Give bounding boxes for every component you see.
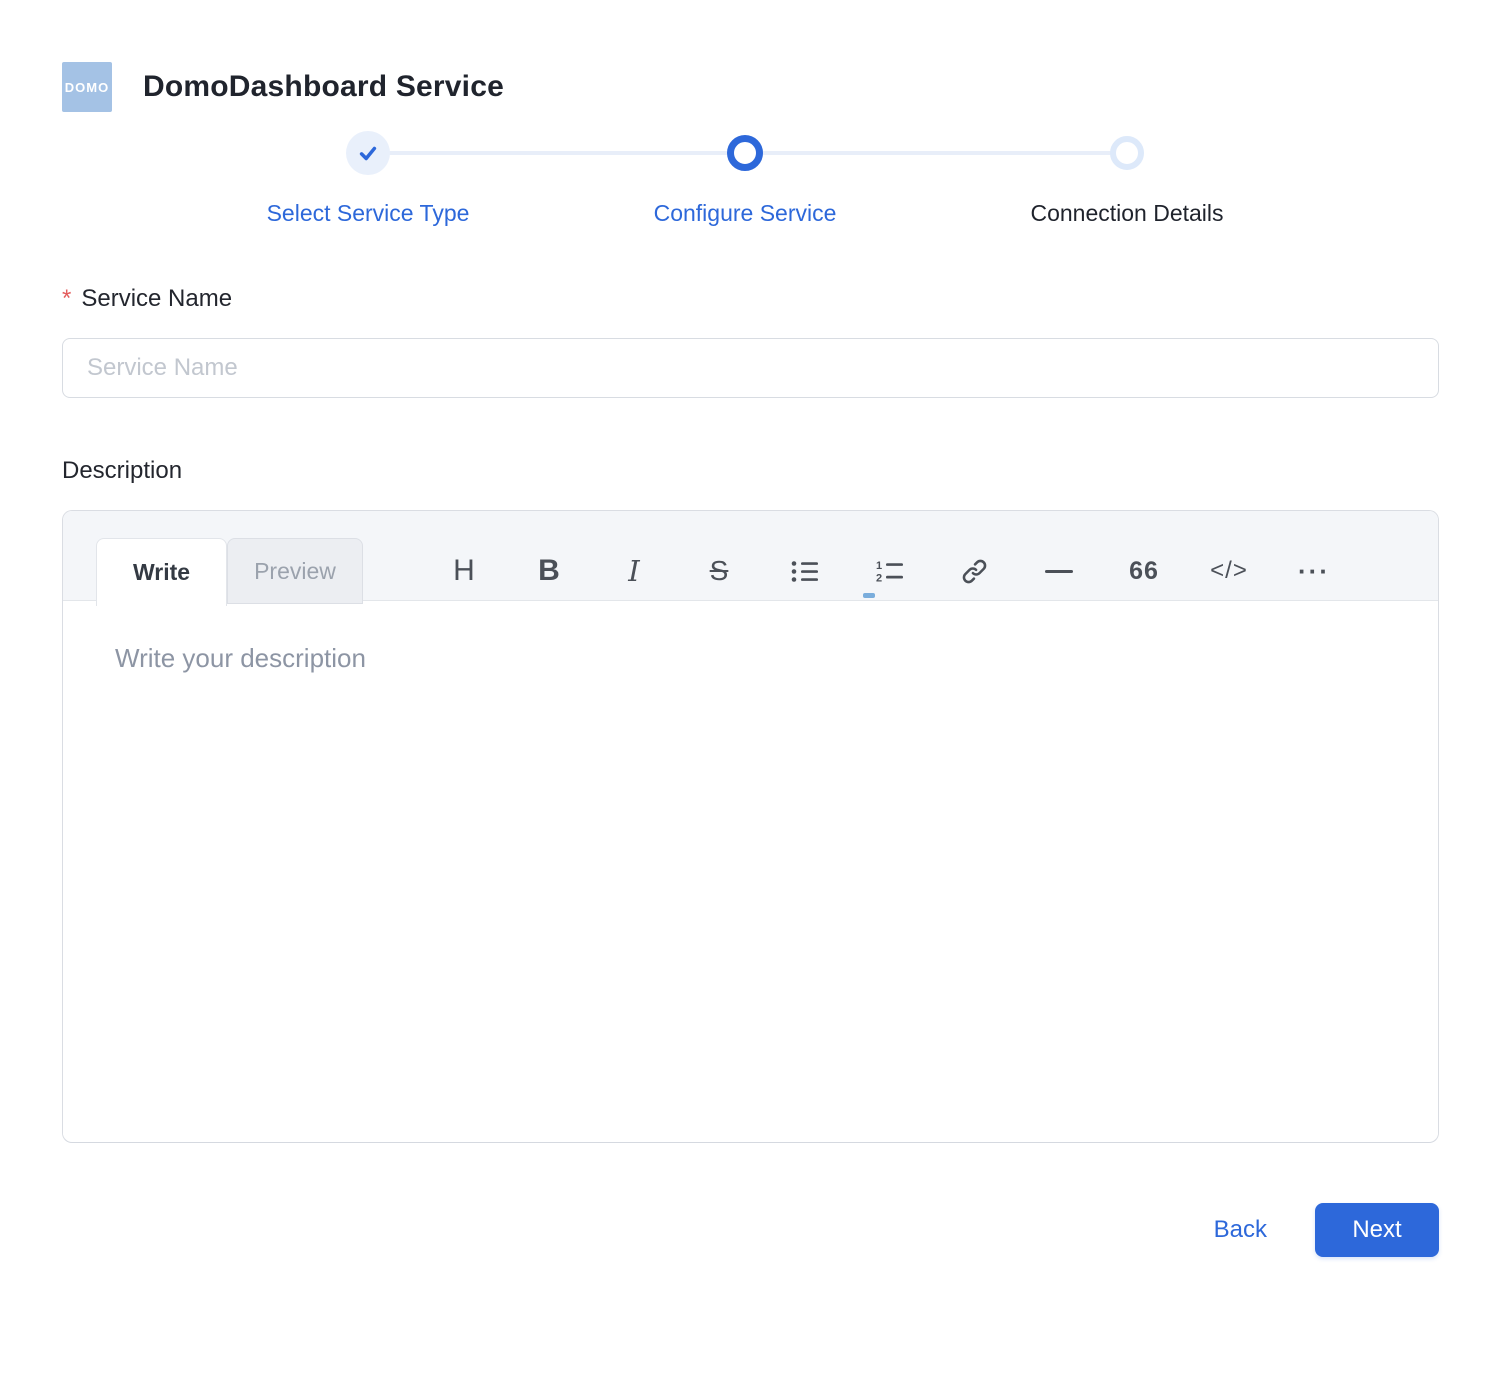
bold-icon: B (538, 554, 560, 588)
horizontal-rule-icon (1045, 570, 1073, 573)
italic-button[interactable]: I (604, 549, 664, 593)
step-label-select-service-type: Select Service Type (267, 200, 470, 227)
svg-text:1: 1 (876, 560, 882, 572)
app-header: DOMO DomoDashboard Service (62, 62, 1439, 112)
code-icon: </> (1210, 557, 1248, 585)
service-wizard-page: DOMO DomoDashboard Service Select Servic… (62, 62, 1439, 1257)
wizard-actions: Back Next (62, 1203, 1439, 1257)
strikethrough-icon: S (710, 555, 729, 587)
tab-preview[interactable]: Preview (227, 538, 363, 604)
link-button[interactable] (944, 549, 1004, 593)
link-icon (961, 558, 988, 585)
required-asterisk: * (62, 285, 71, 313)
step-label-configure-service: Configure Service (654, 200, 837, 227)
page-title: DomoDashboard Service (143, 70, 504, 104)
more-button[interactable]: ··· (1284, 549, 1344, 593)
description-textarea[interactable] (63, 601, 1438, 1142)
domo-logo: DOMO (62, 62, 112, 112)
svg-text:2: 2 (876, 572, 882, 583)
editor-header: Write Preview H B I S (63, 511, 1438, 601)
code-button[interactable]: </> (1199, 549, 1259, 593)
check-icon (357, 142, 379, 164)
quote-icon: 66 (1129, 557, 1159, 586)
numbered-list-button[interactable]: 1 2 (859, 549, 919, 593)
horizontal-rule-button[interactable] (1029, 549, 1089, 593)
next-button[interactable]: Next (1315, 1203, 1439, 1257)
numbered-list-icon: 1 2 (876, 560, 903, 583)
heading-button[interactable]: H (434, 549, 494, 593)
service-name-label: * Service Name (62, 284, 1439, 314)
stepper: Select Service Type Configure Service Co… (62, 112, 1439, 238)
clipped-glyph-artifact (863, 593, 875, 598)
service-name-input[interactable] (62, 338, 1439, 398)
step-upcoming-circle (1110, 136, 1144, 170)
quote-button[interactable]: 66 (1114, 549, 1174, 593)
bold-button[interactable]: B (519, 549, 579, 593)
bullet-list-icon (791, 560, 818, 583)
service-name-label-text: Service Name (81, 285, 232, 313)
heading-icon: H (453, 554, 475, 588)
more-icon: ··· (1298, 558, 1330, 584)
step-label-connection-details: Connection Details (1030, 200, 1223, 227)
italic-icon: I (628, 554, 639, 588)
description-label: Description (62, 456, 1439, 486)
editor-toolbar: H B I S (434, 549, 1344, 593)
step-completed-circle (346, 131, 390, 175)
step-active-circle (727, 135, 763, 171)
markdown-editor: Write Preview H B I S (62, 510, 1439, 1143)
tab-write[interactable]: Write (96, 538, 227, 606)
strikethrough-button[interactable]: S (689, 549, 749, 593)
editor-tabs: Write Preview (96, 538, 363, 606)
back-button[interactable]: Back (1214, 1216, 1267, 1244)
bullet-list-button[interactable] (774, 549, 834, 593)
domo-logo-text: DOMO (65, 80, 109, 95)
